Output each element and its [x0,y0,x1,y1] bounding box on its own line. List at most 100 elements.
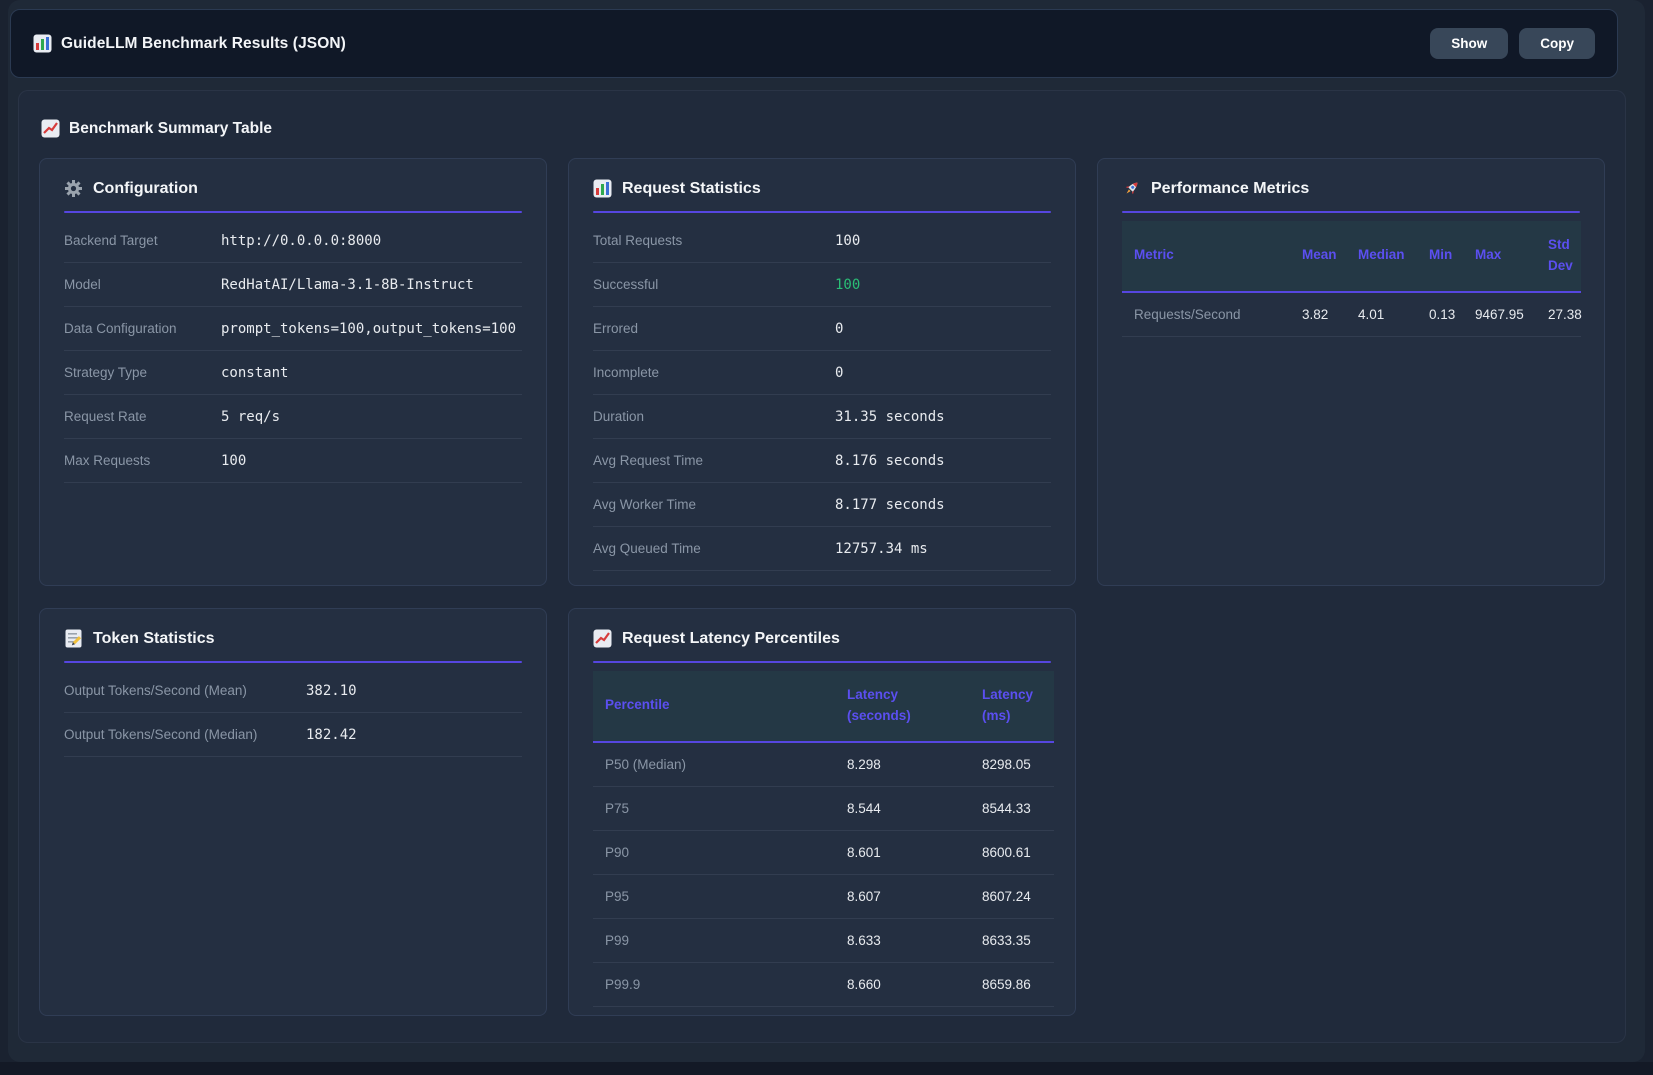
card-title-text: Request Statistics [622,180,761,198]
latency-seconds: 8.660 [835,962,970,1006]
page-container: GuideLLM Benchmark Results (JSON) Show C… [8,0,1645,1062]
column-header: Mean [1290,221,1346,292]
app-title-text: GuideLLM Benchmark Results (JSON) [61,35,346,53]
stat-row: Avg Worker Time8.177 seconds [593,483,1051,527]
section-heading-text: Benchmark Summary Table [69,120,272,138]
row-label: Request Rate [64,409,221,424]
latency-percentiles-table: Percentile Latency (seconds) Latency (ms… [593,671,1054,1007]
performance-metrics-table: Metric Mean Median Min Max Std Dev Reque… [1122,221,1581,337]
configuration-card-title: Configuration [64,179,522,198]
row-label: Total Requests [593,233,835,248]
card-title-text: Request Latency Percentiles [622,630,840,648]
latency-ms: 8633.35 [970,918,1054,962]
app-title: GuideLLM Benchmark Results (JSON) [33,34,346,53]
latency-ms: 8600.61 [970,830,1054,874]
show-button[interactable]: Show [1430,28,1508,59]
copy-button[interactable]: Copy [1519,28,1595,59]
title-underline [593,661,1051,663]
table-row: P99 8.633 8633.35 [593,918,1054,962]
column-header: Latency (seconds) [835,671,970,742]
latency-ms: 8544.33 [970,786,1054,830]
metric-stddev: 27.38 [1536,292,1581,337]
column-header: Max [1463,221,1536,292]
latency-ms: 8659.86 [970,962,1054,1006]
stat-row: Avg Queued Time12757.34 ms [593,527,1051,571]
config-row: Data Configurationprompt_tokens=100,outp… [64,307,522,351]
performance-metrics-card-title: Performance Metrics [1122,179,1580,198]
stat-row: Duration31.35 seconds [593,395,1051,439]
row-value: prompt_tokens=100,output_tokens=100 [221,321,516,337]
percentile-name: P95 [593,874,835,918]
column-header: Metric [1122,221,1290,292]
row-value: 5 req/s [221,409,280,425]
table-row: P99.9 8.660 8659.86 [593,962,1054,1006]
content-panel: Benchmark Summary Table Configuration Ba… [18,90,1626,1043]
latency-seconds: 8.607 [835,874,970,918]
table-row: P75 8.544 8544.33 [593,786,1054,830]
row-value: 31.35 seconds [835,409,945,425]
bar-chart-icon [593,179,612,198]
percentile-name: P99 [593,918,835,962]
row-label: Max Requests [64,453,221,468]
section-heading: Benchmark Summary Table [41,119,1605,138]
percentile-name: P75 [593,786,835,830]
table-row: P90 8.601 8600.61 [593,830,1054,874]
request-statistics-card: Request Statistics Total Requests100 Suc… [568,158,1076,586]
bottom-strip [0,1062,1653,1075]
metric-median: 4.01 [1346,292,1417,337]
row-label: Avg Queued Time [593,541,835,556]
column-header: Median [1346,221,1417,292]
row-label: Output Tokens/Second (Median) [64,727,306,742]
row-value: 0 [835,365,843,381]
header-bar: GuideLLM Benchmark Results (JSON) Show C… [10,9,1618,78]
title-underline [64,211,522,213]
token-row: Output Tokens/Second (Mean)382.10 [64,669,522,713]
row-value: 8.176 seconds [835,453,945,469]
latency-seconds: 8.298 [835,742,970,787]
stat-row: Incomplete0 [593,351,1051,395]
row-label: Data Configuration [64,321,221,336]
rocket-icon [1122,179,1141,198]
row-value: constant [221,365,288,381]
row-label: Incomplete [593,365,835,380]
card-title-text: Token Statistics [93,630,215,648]
config-row: ModelRedHatAI/Llama-3.1-8B-Instruct [64,263,522,307]
table-header-row: Metric Mean Median Min Max Std Dev [1122,221,1581,292]
row-value: 12757.34 ms [835,541,928,557]
stat-row: Errored0 [593,307,1051,351]
row-label: Backend Target [64,233,221,248]
config-row: Backend Targethttp://0.0.0.0:8000 [64,219,522,263]
row-value: 182.42 [306,727,357,743]
row-label: Duration [593,409,835,424]
row-label: Successful [593,277,835,292]
stat-row: Avg Request Time8.176 seconds [593,439,1051,483]
row-value: 100 [221,453,246,469]
row-value: 8.177 seconds [835,497,945,513]
percentile-name: P50 (Median) [593,742,835,787]
table-row: P95 8.607 8607.24 [593,874,1054,918]
latency-seconds: 8.601 [835,830,970,874]
metric-name: Requests/Second [1122,292,1290,337]
token-statistics-card-title: Token Statistics [64,629,522,648]
row-value: 0 [835,321,843,337]
column-header: Percentile [593,671,835,742]
configuration-rows: Backend Targethttp://0.0.0.0:8000 ModelR… [64,219,522,483]
row-value: 382.10 [306,683,357,699]
performance-metrics-card: Performance Metrics Metric Mean Median M… [1097,158,1605,586]
row-label: Strategy Type [64,365,221,380]
column-header: Min [1417,221,1463,292]
title-underline [64,661,522,663]
latency-percentiles-card: Request Latency Percentiles Percentile L… [568,608,1076,1016]
row-label: Avg Request Time [593,453,835,468]
latency-seconds: 8.544 [835,786,970,830]
title-underline [593,211,1051,213]
request-statistics-rows: Total Requests100 Successful100 Errored0… [593,219,1051,571]
table-header-row: Percentile Latency (seconds) Latency (ms… [593,671,1054,742]
row-value: RedHatAI/Llama-3.1-8B-Instruct [221,277,474,293]
row-value: 100 [835,233,860,249]
percentile-name: P90 [593,830,835,874]
latency-ms: 8298.05 [970,742,1054,787]
column-header: Std Dev [1536,221,1581,292]
title-underline [1122,211,1580,213]
card-title-text: Performance Metrics [1151,180,1309,198]
